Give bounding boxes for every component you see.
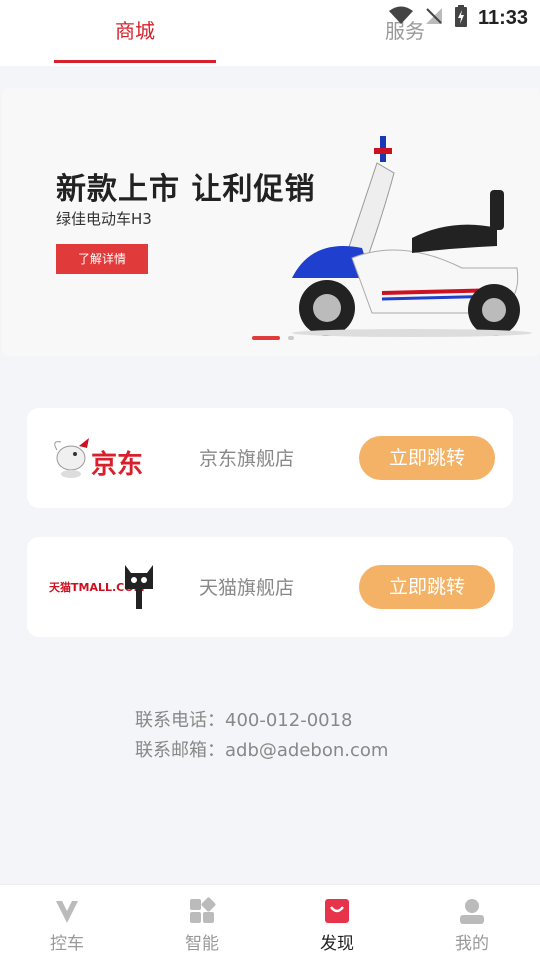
user-icon (460, 899, 484, 924)
tab-mall[interactable]: 商城 (54, 0, 216, 66)
contact-email: 联系邮箱：adb@adebon.com (135, 740, 389, 761)
pagination-dot (288, 336, 294, 340)
no-signal-icon (424, 6, 444, 30)
top-tab-bar: 商城 服务 11:33 (0, 0, 540, 66)
scooter-front-icon (56, 901, 78, 923)
tab-mall-label: 商城 (115, 19, 155, 43)
scooter-image (292, 136, 532, 337)
banner-title: 新款上市 让利促销 (56, 172, 316, 207)
banner-pagination (252, 336, 294, 340)
contact-phone: 联系电话：400-012-0018 (135, 710, 353, 731)
tmall-logo: 天猫TMALL.COM (49, 559, 159, 615)
tmall-store-name: 天猫旗舰店 (199, 577, 295, 599)
jd-jump-button[interactable]: 立即跳转 (359, 436, 495, 480)
active-tab-indicator (54, 60, 216, 63)
tmall-cat-icon (125, 565, 153, 609)
status-bar: 11:33 (388, 0, 540, 36)
nav-label-mine: 我的 (455, 934, 489, 954)
tmall-store-card: 天猫TMALL.COM 天猫旗舰店 立即跳转 (27, 537, 513, 637)
status-time: 11:33 (477, 6, 528, 29)
nav-item-mine[interactable]: 我的 (422, 885, 522, 960)
tmall-jump-button[interactable]: 立即跳转 (359, 565, 495, 609)
nav-item-control[interactable]: 控车 (17, 885, 117, 960)
jd-store-card: 京东 京东旗舰店 立即跳转 (27, 408, 513, 508)
promo-banner[interactable]: 新款上市 让利促销 绿佳电动车H3 了解详情 (2, 88, 540, 356)
pagination-dot-active (252, 336, 280, 340)
grid-apps-icon (190, 897, 216, 923)
battery-charging-icon (454, 5, 468, 31)
bottom-navigation: 控车 智能 发现 我的 (0, 884, 540, 960)
jd-logo-text: 京东 (91, 450, 144, 480)
nav-label-discover: 发现 (320, 934, 354, 954)
jd-logo: 京东 (49, 430, 159, 486)
nav-item-discover[interactable]: 发现 (287, 885, 387, 960)
wifi-icon (388, 6, 414, 30)
jd-store-name: 京东旗舰店 (199, 448, 295, 470)
nav-label-smart: 智能 (185, 934, 219, 954)
nav-item-smart[interactable]: 智能 (152, 885, 252, 960)
learn-more-button[interactable]: 了解详情 (56, 244, 148, 274)
nav-label-control: 控车 (50, 934, 84, 954)
banner-subtitle: 绿佳电动车H3 (56, 210, 152, 228)
shopping-bag-icon (325, 899, 349, 923)
